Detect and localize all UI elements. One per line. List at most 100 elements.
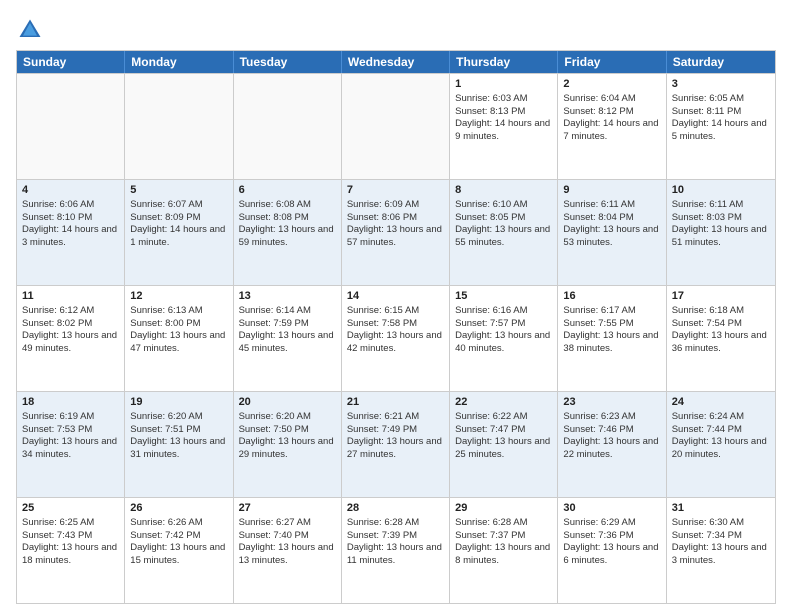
sunset-text: Sunset: 8:10 PM xyxy=(22,212,92,223)
daylight-text: Daylight: 14 hours and 5 minutes. xyxy=(672,118,767,142)
sunset-text: Sunset: 8:12 PM xyxy=(563,106,633,117)
sunrise-text: Sunrise: 6:21 AM xyxy=(347,411,419,422)
daylight-text: Daylight: 13 hours and 29 minutes. xyxy=(239,436,334,460)
sunset-text: Sunset: 7:34 PM xyxy=(672,530,742,541)
day-number: 5 xyxy=(130,183,227,198)
day-number: 19 xyxy=(130,395,227,410)
sunrise-text: Sunrise: 6:26 AM xyxy=(130,517,202,528)
calendar-cell-day-7: 7Sunrise: 6:09 AMSunset: 8:06 PMDaylight… xyxy=(342,180,450,285)
sunrise-text: Sunrise: 6:30 AM xyxy=(672,517,744,528)
calendar-cell-day-9: 9Sunrise: 6:11 AMSunset: 8:04 PMDaylight… xyxy=(558,180,666,285)
calendar-cell-day-13: 13Sunrise: 6:14 AM Sunset: 7:59 PMDayligh… xyxy=(234,286,342,391)
calendar-weekday-wednesday: Wednesday xyxy=(342,51,450,73)
calendar-weekday-thursday: Thursday xyxy=(450,51,558,73)
calendar-cell-day-30: 30Sunrise: 6:29 AMSunset: 7:36 PMDayligh… xyxy=(558,498,666,603)
sunrise-text: Sunrise: 6:09 AM xyxy=(347,199,419,210)
sunrise-text: Sunrise: 6:28 AM xyxy=(455,517,527,528)
calendar-cell-day-25: 25Sunrise: 6:25 AMSunset: 7:43 PMDayligh… xyxy=(17,498,125,603)
daylight-text: Daylight: 13 hours and 8 minutes. xyxy=(455,542,550,566)
sunset-text: Sunset: 8:11 PM xyxy=(672,106,742,117)
daylight-text: Daylight: 13 hours and 3 minutes. xyxy=(672,542,767,566)
sunrise-text: Sunrise: 6:19 AM xyxy=(22,411,94,422)
calendar-cell-day-11: 11Sunrise: 6:12 AM Sunset: 8:02 PMDayligh… xyxy=(17,286,125,391)
daylight-text: Daylight: 13 hours and 45 minutes. xyxy=(239,330,334,354)
sunset-text: Sunset: 8:06 PM xyxy=(347,212,417,223)
day-number: 7 xyxy=(347,183,444,198)
sunset-text: Sunset: 7:55 PM xyxy=(563,318,633,329)
sunrise-text: Sunrise: 6:12 AM xyxy=(22,305,94,316)
day-number: 11 xyxy=(22,289,119,304)
day-number: 26 xyxy=(130,501,227,516)
sunrise-text: Sunrise: 6:15 AM xyxy=(347,305,419,316)
day-number: 2 xyxy=(563,77,660,92)
day-number: 14 xyxy=(347,289,444,304)
calendar-header-row: SundayMondayTuesdayWednesdayThursdayFrid… xyxy=(17,51,775,73)
calendar-cell-day-2: 2Sunrise: 6:04 AM Sunset: 8:12 PMDaylight… xyxy=(558,74,666,179)
daylight-text: Daylight: 13 hours and 22 minutes. xyxy=(563,436,658,460)
calendar-cell-day-8: 8Sunrise: 6:10 AMSunset: 8:05 PMDaylight… xyxy=(450,180,558,285)
calendar-cell-day-1: 1Sunrise: 6:03 AMSunset: 8:13 PMDaylight… xyxy=(450,74,558,179)
daylight-text: Daylight: 13 hours and 6 minutes. xyxy=(563,542,658,566)
calendar-cell-day-16: 16Sunrise: 6:17 AMSunset: 7:55 PMDayligh… xyxy=(558,286,666,391)
day-number: 29 xyxy=(455,501,552,516)
sunrise-text: Sunrise: 6:29 AM xyxy=(563,517,635,528)
daylight-text: Daylight: 13 hours and 34 minutes. xyxy=(22,436,117,460)
daylight-text: Daylight: 13 hours and 15 minutes. xyxy=(130,542,225,566)
day-number: 25 xyxy=(22,501,119,516)
day-number: 13 xyxy=(239,289,336,304)
calendar-cell-empty xyxy=(234,74,342,179)
daylight-text: Daylight: 13 hours and 53 minutes. xyxy=(563,224,658,248)
daylight-text: Daylight: 13 hours and 20 minutes. xyxy=(672,436,767,460)
sunset-text: Sunset: 7:51 PM xyxy=(130,424,200,435)
sunrise-text: Sunrise: 6:20 AM xyxy=(130,411,202,422)
daylight-text: Daylight: 13 hours and 51 minutes. xyxy=(672,224,767,248)
sunrise-text: Sunrise: 6:17 AM xyxy=(563,305,635,316)
calendar-cell-day-26: 26Sunrise: 6:26 AM Sunset: 7:42 PMDayligh… xyxy=(125,498,233,603)
daylight-text: Daylight: 13 hours and 40 minutes. xyxy=(455,330,550,354)
calendar-weekday-saturday: Saturday xyxy=(667,51,775,73)
daylight-text: Daylight: 14 hours and 9 minutes. xyxy=(455,118,550,142)
calendar-cell-day-22: 22Sunrise: 6:22 AMSunset: 7:47 PMDayligh… xyxy=(450,392,558,497)
sunset-text: Sunset: 8:04 PM xyxy=(563,212,633,223)
sunrise-text: Sunrise: 6:14 AM xyxy=(239,305,311,316)
sunset-text: Sunset: 7:59 PM xyxy=(239,318,309,329)
day-number: 23 xyxy=(563,395,660,410)
calendar-cell-empty xyxy=(125,74,233,179)
sunrise-text: Sunrise: 6:13 AM xyxy=(130,305,202,316)
calendar-weekday-sunday: Sunday xyxy=(17,51,125,73)
day-number: 4 xyxy=(22,183,119,198)
sunrise-text: Sunrise: 6:23 AM xyxy=(563,411,635,422)
sunset-text: Sunset: 8:08 PM xyxy=(239,212,309,223)
sunset-text: Sunset: 7:57 PM xyxy=(455,318,525,329)
daylight-text: Daylight: 13 hours and 49 minutes. xyxy=(22,330,117,354)
calendar-cell-day-15: 15Sunrise: 6:16 AMSunset: 7:57 PMDayligh… xyxy=(450,286,558,391)
sunrise-text: Sunrise: 6:07 AM xyxy=(130,199,202,210)
sunset-text: Sunset: 7:42 PM xyxy=(130,530,200,541)
sunrise-text: Sunrise: 6:25 AM xyxy=(22,517,94,528)
day-number: 21 xyxy=(347,395,444,410)
sunrise-text: Sunrise: 6:28 AM xyxy=(347,517,419,528)
sunset-text: Sunset: 7:54 PM xyxy=(672,318,742,329)
sunrise-text: Sunrise: 6:11 AM xyxy=(672,199,744,210)
sunset-text: Sunset: 7:46 PM xyxy=(563,424,633,435)
sunset-text: Sunset: 8:02 PM xyxy=(22,318,92,329)
day-number: 30 xyxy=(563,501,660,516)
sunrise-text: Sunrise: 6:04 AM xyxy=(563,93,635,104)
day-number: 1 xyxy=(455,77,552,92)
calendar-week-3: 11Sunrise: 6:12 AMSunset: 8:02 PMDayligh… xyxy=(17,285,775,391)
calendar-cell-day-29: 29Sunrise: 6:28 AM Sunset: 7:37 PMDayligh… xyxy=(450,498,558,603)
header xyxy=(16,12,776,44)
calendar-cell-day-14: 14Sunrise: 6:15 AMSunset: 7:58 PMDayligh… xyxy=(342,286,450,391)
daylight-text: Daylight: 13 hours and 13 minutes. xyxy=(239,542,334,566)
daylight-text: Daylight: 13 hours and 31 minutes. xyxy=(130,436,225,460)
sunset-text: Sunset: 8:00 PM xyxy=(130,318,200,329)
sunset-text: Sunset: 7:39 PM xyxy=(347,530,417,541)
sunset-text: Sunset: 8:05 PM xyxy=(455,212,525,223)
daylight-text: Daylight: 14 hours and 7 minutes. xyxy=(563,118,658,142)
daylight-text: Daylight: 13 hours and 18 minutes. xyxy=(22,542,117,566)
sunset-text: Sunset: 7:37 PM xyxy=(455,530,525,541)
day-number: 28 xyxy=(347,501,444,516)
calendar-cell-day-31: 31Sunrise: 6:30 AMSunset: 7:34 PMDayligh… xyxy=(667,498,775,603)
day-number: 27 xyxy=(239,501,336,516)
daylight-text: Daylight: 13 hours and 11 minutes. xyxy=(347,542,442,566)
